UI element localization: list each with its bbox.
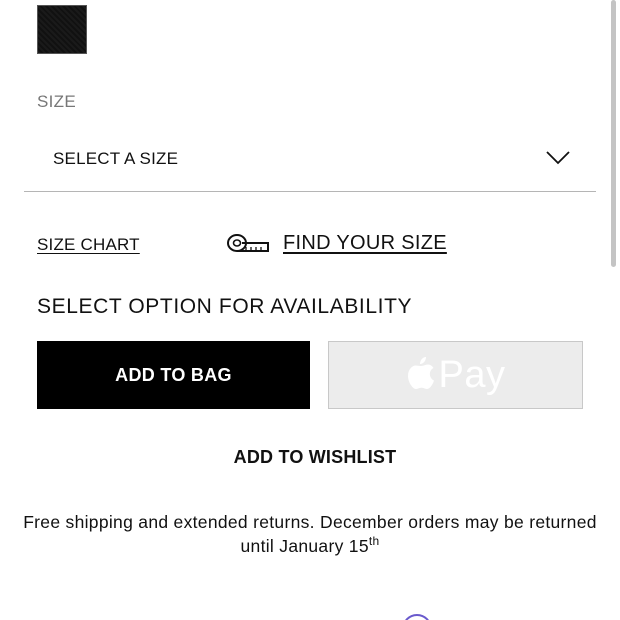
availability-heading: SELECT OPTION FOR AVAILABILITY: [37, 295, 413, 318]
add-to-wishlist-button[interactable]: ADD TO WISHLIST: [0, 447, 620, 468]
color-swatch-black[interactable]: [37, 5, 87, 54]
find-your-size-link[interactable]: FIND YOUR SIZE: [226, 230, 447, 256]
chat-icon[interactable]: [402, 614, 432, 620]
size-select-dropdown[interactable]: SELECT A SIZE: [24, 130, 596, 192]
scrollbar[interactable]: [611, 0, 616, 267]
apple-pay-button[interactable]: Pay: [328, 341, 583, 409]
shipping-returns-note: Free shipping and extended returns. Dece…: [20, 510, 600, 558]
size-chart-link[interactable]: SIZE CHART: [37, 235, 140, 255]
add-to-bag-button[interactable]: ADD TO BAG: [37, 341, 310, 409]
shipping-text: Free shipping and extended returns. Dece…: [23, 512, 597, 556]
chevron-down-icon: [546, 151, 570, 165]
size-label: SIZE: [37, 92, 76, 111]
size-select-value: SELECT A SIZE: [53, 149, 179, 168]
find-your-size-label: FIND YOUR SIZE: [283, 231, 447, 254]
apple-pay-label: Pay: [438, 353, 506, 396]
shipping-ordinal: th: [368, 534, 380, 548]
apple-logo-icon: [407, 357, 434, 389]
measuring-tape-icon: [227, 234, 269, 252]
